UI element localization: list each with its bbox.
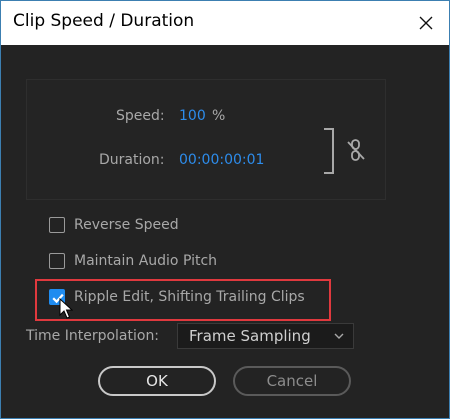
speed-unit: % bbox=[212, 108, 226, 124]
close-icon bbox=[419, 16, 433, 30]
mouse-cursor-icon bbox=[59, 298, 73, 319]
duration-label: Duration: bbox=[99, 152, 165, 168]
reverse-speed-option[interactable]: Reverse Speed bbox=[49, 215, 179, 235]
speed-label: Speed: bbox=[116, 108, 165, 124]
reverse-speed-checkbox[interactable] bbox=[49, 217, 65, 233]
speed-value[interactable]: 100 bbox=[179, 108, 206, 124]
time-interpolation-value: Frame Sampling bbox=[189, 327, 311, 345]
speed-duration-group: Speed: 100 % Duration: 00:00:00:01 bbox=[26, 79, 386, 200]
dialog-body: Speed: 100 % Duration: 00:00:00:01 Rever… bbox=[1, 45, 449, 418]
ok-button[interactable]: OK bbox=[98, 366, 216, 396]
dialog-title: Clip Speed / Duration bbox=[13, 11, 195, 31]
close-button[interactable] bbox=[403, 1, 449, 45]
unlink-icon bbox=[347, 139, 365, 161]
maintain-audio-pitch-label: Maintain Audio Pitch bbox=[74, 253, 218, 269]
unlink-toggle[interactable] bbox=[345, 138, 367, 162]
link-bracket bbox=[324, 128, 334, 174]
clip-speed-dialog: Clip Speed / Duration Speed: 100 % Durat… bbox=[0, 0, 450, 419]
maintain-audio-pitch-option[interactable]: Maintain Audio Pitch bbox=[49, 251, 217, 271]
chevron-down-icon bbox=[334, 333, 344, 339]
time-interpolation-select[interactable]: Frame Sampling bbox=[177, 323, 354, 349]
highlight-annotation bbox=[35, 279, 331, 321]
duration-value[interactable]: 00:00:00:01 bbox=[179, 152, 264, 168]
cancel-button[interactable]: Cancel bbox=[233, 366, 351, 396]
reverse-speed-label: Reverse Speed bbox=[74, 217, 179, 233]
time-interpolation-label: Time Interpolation: bbox=[26, 328, 160, 344]
title-bar: Clip Speed / Duration bbox=[1, 1, 449, 45]
maintain-audio-pitch-checkbox[interactable] bbox=[49, 253, 65, 269]
